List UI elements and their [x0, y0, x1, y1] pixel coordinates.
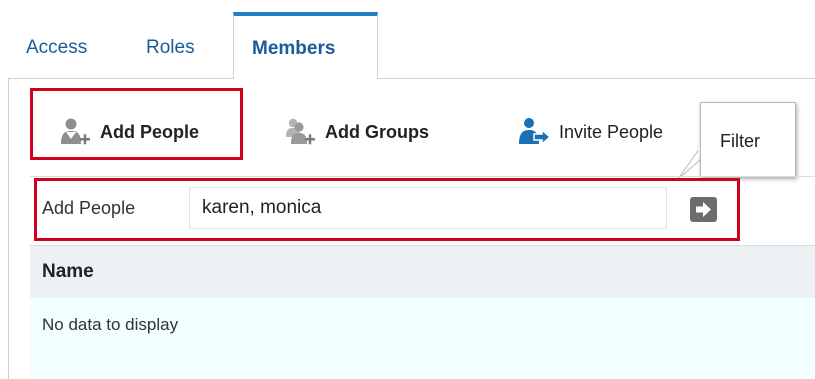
add-people-filter-row: Add People — [30, 176, 815, 237]
table-body: No data to display — [30, 298, 815, 379]
group-add-icon — [286, 118, 315, 145]
tab-divider — [8, 78, 234, 79]
invite-people-label: Invite People — [559, 121, 664, 142]
column-header-name[interactable]: Name — [42, 261, 94, 283]
filter-tooltip: Filter — [700, 102, 796, 177]
add-people-label: Add People — [100, 121, 200, 142]
tooltip-text: Filter — [720, 131, 760, 151]
tab-bar: Access Roles Members — [0, 0, 815, 80]
table-header: Name — [30, 245, 815, 299]
add-groups-button[interactable]: Add Groups — [283, 105, 429, 159]
add-people-input[interactable] — [189, 187, 667, 229]
tab-access[interactable]: Access — [26, 37, 87, 59]
invite-people-button[interactable]: Invite People — [517, 105, 663, 159]
tab-members[interactable]: Members — [233, 12, 378, 79]
arrow-right-icon — [696, 202, 711, 217]
tab-members-label: Members — [252, 38, 336, 59]
add-people-button[interactable]: Add People — [60, 105, 199, 159]
empty-message: No data to display — [42, 315, 179, 334]
go-button[interactable] — [690, 197, 717, 222]
panel-border — [8, 78, 9, 379]
tab-divider — [377, 78, 815, 79]
tab-roles[interactable]: Roles — [146, 37, 195, 59]
add-people-field-label: Add People — [42, 198, 136, 218]
person-add-icon — [61, 118, 90, 145]
person-invite-icon — [519, 118, 551, 146]
add-groups-label: Add Groups — [325, 121, 429, 142]
